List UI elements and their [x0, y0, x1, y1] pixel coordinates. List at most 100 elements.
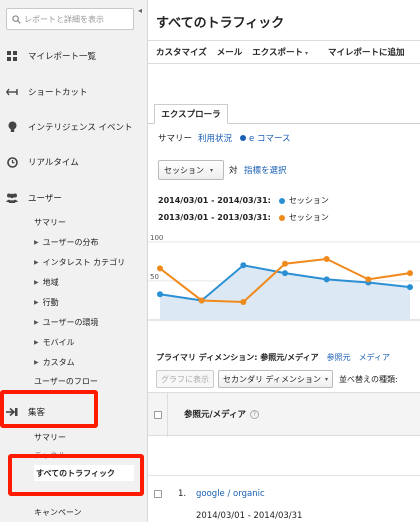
dimension-option-medium[interactable]: メディア	[359, 352, 390, 363]
ecommerce-dot-icon	[240, 135, 247, 141]
sort-type-label[interactable]: 並べ替えの種類:	[339, 374, 398, 385]
column-header-source-medium[interactable]: 参照元/メディア ?	[184, 408, 260, 420]
sidebar-audience-summary[interactable]: サマリー	[34, 214, 66, 230]
chevron-down-icon: ▾	[305, 50, 309, 57]
checkbox-column	[148, 393, 168, 437]
data-point	[282, 260, 288, 267]
all-traffic-highlight-box	[8, 454, 144, 496]
select-metric-link[interactable]: 指標を選択	[244, 164, 287, 176]
expand-triangle-icon: ▶	[34, 318, 39, 326]
page-title: すべてのトラフィック	[156, 16, 285, 31]
report-search-input[interactable]: レポートと詳細を表示	[6, 8, 134, 30]
sidebar-acquisition-campaigns[interactable]: キャンペーン	[34, 504, 82, 520]
y-tick-label: 50	[150, 273, 159, 281]
sidebar-audience-demographics[interactable]: ▶ ユーザーの分布	[34, 234, 98, 250]
data-point	[157, 291, 163, 298]
select-all-checkbox[interactable]	[154, 411, 162, 419]
data-point	[240, 299, 247, 306]
sidebar-audience-mobile[interactable]: ▶ モバイル	[34, 334, 75, 350]
clock-icon	[6, 156, 18, 168]
row-checkbox[interactable]	[154, 490, 162, 498]
sidebar-acquisition-overview[interactable]: サマリー	[34, 429, 66, 445]
legend-label: セッション	[288, 196, 329, 205]
sidebar-audience-custom[interactable]: ▶ カスタム	[34, 354, 75, 370]
row-number: 1.	[178, 489, 187, 499]
sidebar-item-audience[interactable]: ユーザー	[0, 188, 148, 208]
data-point	[198, 297, 205, 304]
help-icon[interactable]: ?	[250, 409, 260, 419]
expand-triangle-icon: ▶	[34, 298, 39, 306]
secondary-dimension-select[interactable]: セカンダリ ディメンション ▾	[218, 370, 333, 388]
sidebar-item-label: マイレポート一覧	[28, 52, 97, 62]
sidebar-item-label: 行動	[42, 297, 59, 307]
legend-dot-icon	[278, 197, 285, 204]
subnav-summary[interactable]: サマリー	[158, 132, 192, 144]
sidebar-audience-interests[interactable]: ▶ インタレスト カテゴリ	[34, 254, 125, 270]
sidebar-item-label: 地域	[42, 277, 59, 287]
acquisition-highlight-box	[0, 390, 98, 428]
subnav-usage[interactable]: 利用状況	[198, 132, 232, 144]
collapse-sidebar-icon[interactable]: ◂	[138, 6, 142, 15]
add-to-dashboard-button[interactable]: マイレポートに追加	[328, 46, 405, 58]
report-toolbar: カスタマイズ メール エクスポート ▾ マイレポートに追加	[148, 40, 420, 64]
data-point	[407, 284, 413, 291]
sidebar-item-label: モバイル	[42, 337, 75, 347]
y-tick-label: 100	[150, 234, 163, 242]
sidebar-audience-technology[interactable]: ▶ ユーザーの環境	[34, 314, 98, 330]
sidebar-item-realtime[interactable]: リアルタイム	[0, 152, 148, 172]
table-header: 参照元/メディア ?	[148, 392, 420, 437]
primary-dimension-label: プライマリ ディメンション: 参照元/メディア	[156, 353, 319, 362]
chevron-down-icon: ▾	[210, 166, 214, 174]
search-placeholder: レポートと詳細を表示	[24, 14, 104, 24]
sidebar-item-label: ショートカット	[28, 88, 88, 98]
sidebar-item-my-reports[interactable]: マイレポート一覧	[0, 46, 148, 66]
lightbulb-icon	[6, 121, 18, 133]
legend-row-current: 2014/03/01 - 2014/03/31: セッション	[158, 195, 329, 206]
legend-row-previous: 2013/03/01 - 2013/03/31: セッション	[158, 212, 329, 223]
sidebar-item-shortcuts[interactable]: ショートカット	[0, 82, 148, 102]
legend-label: セッション	[288, 213, 329, 222]
metric-select-value: セッション	[164, 165, 204, 175]
expand-triangle-icon: ▶	[34, 338, 39, 346]
shortcut-arrow-icon	[6, 86, 18, 98]
sidebar-audience-behavior[interactable]: ▶ 行動	[34, 294, 59, 310]
expand-triangle-icon: ▶	[34, 278, 39, 286]
data-point	[323, 256, 330, 263]
table-summary-row	[148, 436, 420, 476]
column-header-label: 参照元/メディア	[184, 410, 247, 420]
row-date-range: 2014/03/01 - 2014/03/31	[196, 511, 303, 521]
export-button[interactable]: エクスポート ▾	[252, 46, 318, 58]
table-controls: グラフに表示 セカンダリ ディメンション ▾ 並べ替えの種類:	[156, 369, 398, 389]
table-row[interactable]: 1. google / organic 2014/03/01 - 2014/03…	[148, 478, 420, 522]
subnav-ecommerce[interactable]: e コマース	[249, 132, 291, 144]
row-source-link[interactable]: google / organic	[196, 489, 265, 499]
data-point	[407, 270, 413, 277]
sessions-line-chart[interactable]: 100 50	[148, 228, 420, 338]
email-button[interactable]: メール	[217, 46, 243, 58]
versus-label: 対	[229, 166, 238, 176]
data-point	[157, 265, 163, 272]
sidebar-audience-geo[interactable]: ▶ 地域	[34, 274, 59, 290]
sidebar-item-label: インタレスト カテゴリ	[42, 257, 126, 267]
primary-dimension-row: プライマリ ディメンション: 参照元/メディア 参照元 メディア	[156, 352, 398, 363]
search-icon	[12, 14, 21, 24]
sidebar-item-label: ユーザーの環境	[42, 317, 99, 327]
export-label: エクスポート	[252, 48, 304, 58]
dimension-option-source[interactable]: 参照元	[327, 352, 351, 363]
tab-explorer[interactable]: エクスプローラ	[154, 104, 228, 124]
sidebar-item-label: インテリジェンス イベント	[28, 123, 133, 133]
chevron-down-icon: ▾	[324, 375, 328, 383]
report-main: すべてのトラフィック カスタマイズ メール エクスポート ▾ マイレポートに追加 …	[148, 0, 420, 522]
sidebar-item-intelligence[interactable]: インテリジェンス イベント	[0, 117, 148, 137]
metric-select[interactable]: セッション ▾	[158, 160, 224, 180]
customize-button[interactable]: カスタマイズ	[156, 46, 207, 58]
sidebar-item-label: リアルタイム	[28, 158, 79, 168]
data-point	[282, 270, 288, 277]
plot-rows-button[interactable]: グラフに表示	[156, 370, 214, 388]
sidebar: レポートと詳細を表示 ◂ マイレポート一覧 ショートカット インテリジェンス イ…	[0, 0, 148, 522]
sidebar-audience-users-flow[interactable]: ユーザーのフロー	[34, 373, 98, 389]
legend-range: 2014/03/01 - 2014/03/31:	[158, 196, 271, 205]
grid-icon	[6, 50, 18, 62]
data-point	[365, 276, 372, 283]
users-icon	[6, 192, 18, 204]
